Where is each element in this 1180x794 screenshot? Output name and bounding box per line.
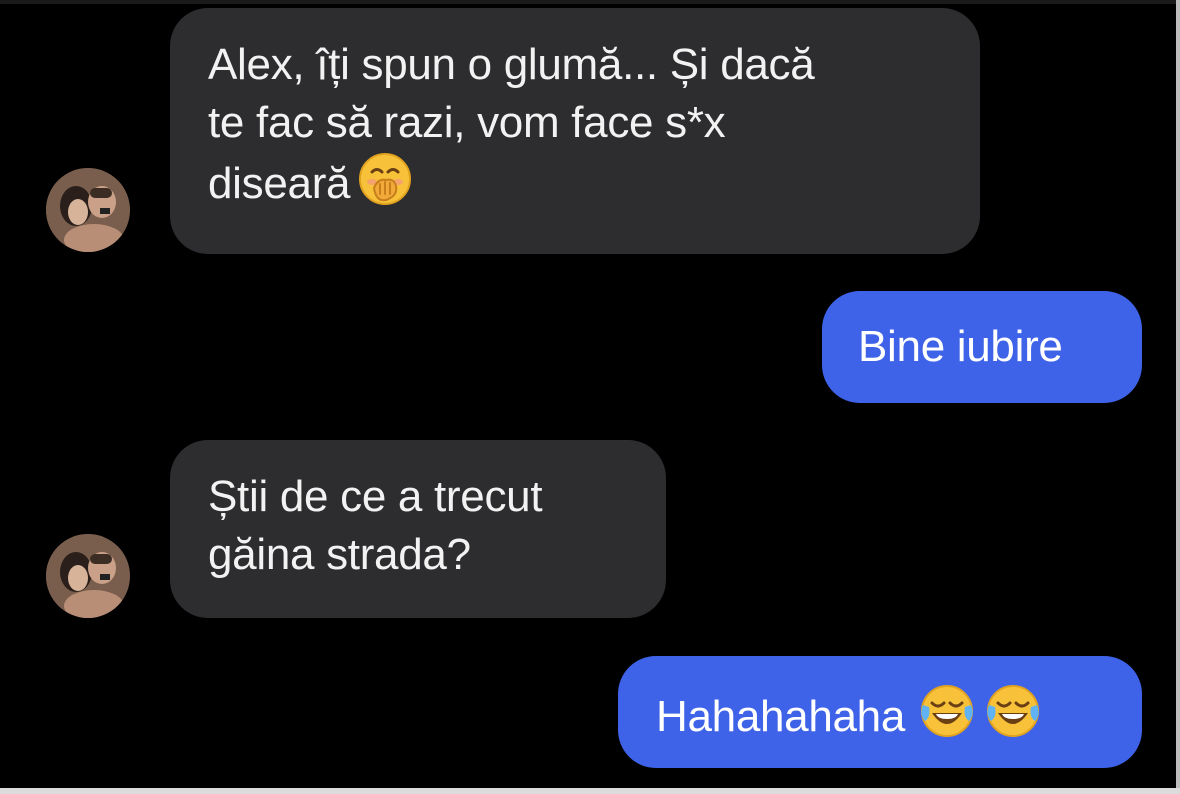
message-bubble-outgoing[interactable]: Hahahahaha <box>618 656 1142 768</box>
message-text-line: Știi de ce a trecut <box>208 472 543 521</box>
right-border <box>1176 0 1180 794</box>
chat-screen: Alex, îți spun o glumă... Și dacă te fac… <box>0 0 1180 794</box>
top-border <box>0 0 1180 4</box>
message-text-line: diseară <box>208 152 944 221</box>
message-text-line: Alex, îți spun o glumă... Și dacă <box>208 40 815 89</box>
face-with-tears-of-joy-icon <box>985 683 1041 754</box>
bottom-border <box>0 788 1180 794</box>
message-bubble-incoming[interactable]: Știi de ce a trecut găina strada? <box>170 440 666 618</box>
message-text-line: te fac să razi, vom face s*x <box>208 98 726 147</box>
message-text-line: Bine iubire <box>858 322 1063 371</box>
message-text-line: găina strada? <box>208 530 471 579</box>
message-bubble-outgoing[interactable]: Bine iubire <box>822 291 1142 403</box>
message-bubble-incoming[interactable]: Alex, îți spun o glumă... Și dacă te fac… <box>170 8 980 254</box>
face-with-tears-of-joy-icon <box>919 683 975 754</box>
contact-avatar[interactable] <box>46 534 130 618</box>
contact-avatar[interactable] <box>46 168 130 252</box>
face-with-hand-over-mouth-icon <box>358 152 412 221</box>
message-text-line: Hahahahaha <box>656 683 1142 754</box>
